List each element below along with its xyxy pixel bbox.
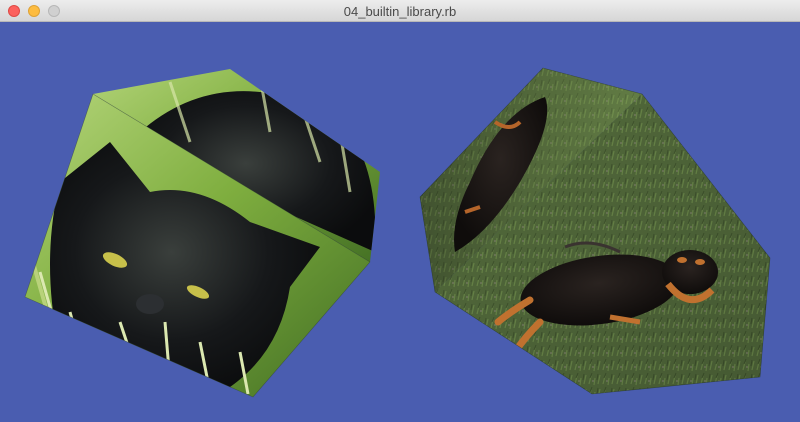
render-canvas[interactable]	[0, 22, 800, 422]
app-window: 04_builtin_library.rb	[0, 0, 800, 422]
window-title: 04_builtin_library.rb	[343, 4, 457, 19]
scene-svg	[0, 22, 800, 422]
title-bar[interactable]: 04_builtin_library.rb	[0, 0, 800, 22]
